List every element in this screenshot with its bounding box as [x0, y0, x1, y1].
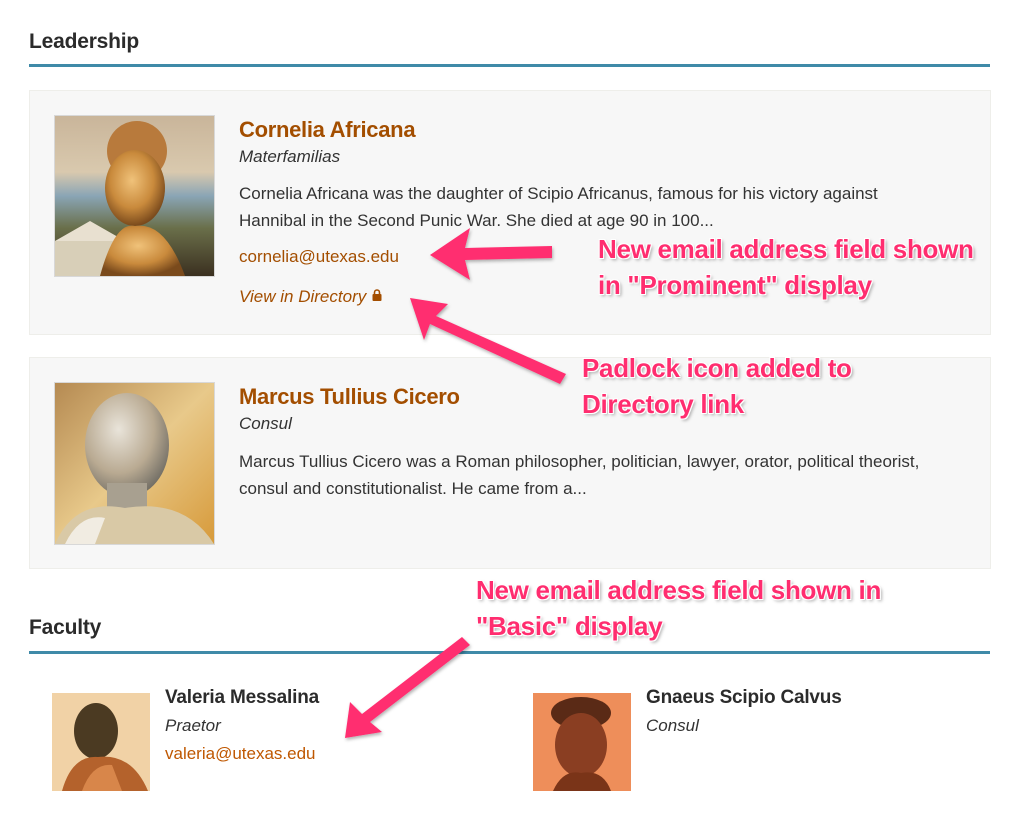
view-in-directory-label: View in Directory	[239, 287, 367, 306]
bust-portrait-image	[55, 383, 214, 544]
person-email-link[interactable]: cornelia@utexas.edu	[239, 247, 399, 267]
section-divider	[29, 64, 990, 67]
view-in-directory-link[interactable]: View in Directory	[239, 287, 382, 307]
avatar-cicero[interactable]	[54, 382, 215, 545]
annotation-line: Padlock icon added to	[582, 353, 852, 383]
bust-portrait-image	[55, 116, 214, 276]
bust-portrait-image	[533, 693, 631, 791]
section-divider	[29, 651, 990, 654]
avatar-gnaeus[interactable]	[533, 693, 631, 791]
section-title-leadership: Leadership	[29, 30, 140, 53]
person-email-link[interactable]: valeria@utexas.edu	[165, 744, 316, 764]
annotation-prominent-email: New email address field shown in "Promin…	[598, 231, 974, 303]
person-name-link[interactable]: Marcus Tullius Cicero	[239, 384, 460, 410]
person-role: Consul	[239, 414, 292, 433]
annotation-line: New email address field shown	[598, 234, 974, 264]
person-bio: Marcus Tullius Cicero was a Roman philos…	[239, 452, 920, 498]
person-name-link[interactable]: Cornelia Africana	[239, 117, 416, 143]
person-role: Consul	[646, 716, 699, 735]
annotation-padlock: Padlock icon added to Directory link	[582, 350, 852, 422]
annotation-line: New email address field shown in	[476, 575, 882, 605]
person-name[interactable]: Valeria Messalina	[165, 687, 319, 709]
section-title-faculty: Faculty	[29, 616, 102, 639]
person-bio: Cornelia Africana was the daughter of Sc…	[239, 184, 878, 230]
bust-portrait-image	[52, 693, 150, 791]
padlock-icon	[372, 286, 382, 306]
person-role: Materfamilias	[239, 147, 341, 166]
annotation-line: Directory link	[582, 389, 744, 419]
annotation-line: in "Prominent" display	[598, 270, 872, 300]
person-name[interactable]: Gnaeus Scipio Calvus	[646, 687, 842, 709]
avatar-cornelia[interactable]	[54, 115, 215, 277]
person-role: Praetor	[165, 716, 221, 735]
avatar-valeria[interactable]	[52, 693, 150, 791]
annotation-line: "Basic" display	[476, 611, 663, 641]
annotation-basic-email: New email address field shown in "Basic"…	[476, 572, 881, 644]
